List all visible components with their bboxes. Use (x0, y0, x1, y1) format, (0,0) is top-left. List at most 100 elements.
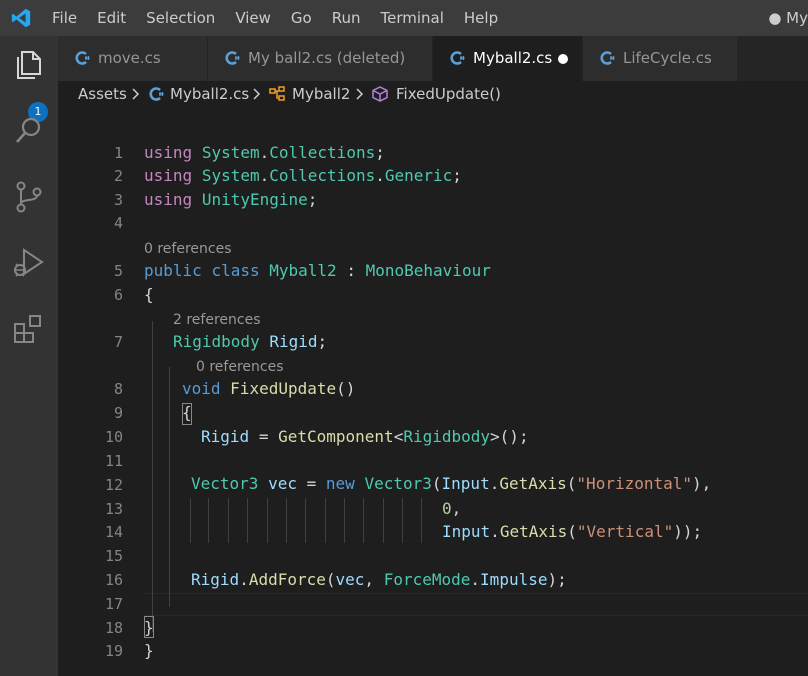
line-number[interactable]: 16 (68, 571, 123, 589)
search-icon[interactable] (10, 112, 48, 150)
line-number[interactable]: 17 (68, 595, 123, 613)
line-number[interactable]: 12 (68, 476, 123, 494)
vscode-logo-icon[interactable] (10, 6, 32, 30)
line-number[interactable]: 9 (68, 404, 123, 422)
punct: ( (566, 474, 577, 493)
variable: Rigid (191, 570, 240, 589)
keyword: public (144, 261, 202, 280)
keyword: using (144, 166, 193, 185)
keyword: using (144, 190, 193, 209)
menu-view[interactable]: View (225, 0, 281, 36)
method-name: GetComponent (278, 427, 394, 446)
tab-label: Myball2.cs (473, 49, 553, 67)
code-line-12[interactable]: Vector3 vec = new Vector3(Input.GetAxis(… (191, 474, 711, 493)
codelens-references[interactable]: 0 references (196, 359, 284, 375)
indent-guide (402, 498, 403, 543)
code-line-9[interactable]: { (182, 403, 192, 422)
code-editor[interactable]: 1 2 3 4 5 6 7 8 9 10 11 12 13 14 15 16 1… (58, 107, 808, 676)
enum-member: Impulse (480, 570, 548, 589)
code-line-6[interactable]: { (144, 285, 154, 304)
menu-file[interactable]: File (42, 0, 87, 36)
line-number[interactable]: 6 (68, 286, 123, 304)
type-name: MonoBehaviour (365, 261, 491, 280)
code-line-16[interactable]: Rigid.AddForce(vec, ForceMode.Impulse); (191, 570, 567, 589)
line-number[interactable]: 2 (68, 167, 123, 185)
extensions-icon[interactable] (10, 310, 48, 348)
activity-bar: 1 (0, 36, 58, 676)
indent-guide (344, 498, 345, 543)
indent-guide (190, 498, 191, 543)
namespace: System (201, 166, 260, 185)
menu-selection[interactable]: Selection (136, 0, 225, 36)
line-number[interactable]: 13 (68, 500, 123, 518)
punct: ; (375, 143, 385, 162)
breadcrumb-folder[interactable]: Assets (78, 81, 127, 107)
breadcrumb-method[interactable]: FixedUpdate() (396, 81, 501, 107)
line-number[interactable]: 14 (68, 523, 123, 541)
namespace: Collections (269, 166, 376, 185)
csharp-file-icon (600, 51, 615, 65)
code-line-13[interactable]: 0, (442, 499, 461, 518)
line-number[interactable]: 8 (68, 380, 123, 398)
code-line-3[interactable]: using UnityEngine; (144, 190, 317, 209)
breadcrumb-separator-icon (253, 88, 261, 100)
punct: . (375, 166, 385, 185)
punct: ; (307, 190, 318, 209)
source-control-icon[interactable] (10, 178, 48, 216)
line-number[interactable]: 18 (68, 619, 123, 637)
variable: Input (441, 474, 490, 493)
keyword: new (325, 474, 355, 493)
menu-help[interactable]: Help (454, 0, 508, 36)
line-number[interactable]: 3 (68, 191, 123, 209)
codelens-references[interactable]: 2 references (173, 312, 261, 328)
explorer-files-icon[interactable] (10, 46, 48, 84)
line-number[interactable]: 5 (68, 262, 123, 280)
tab-move-cs[interactable]: move.cs (58, 36, 208, 81)
indent-guide (363, 498, 364, 543)
variable: Rigid (201, 427, 250, 446)
menu-terminal[interactable]: Terminal (371, 0, 454, 36)
type-name: ForceMode (383, 570, 471, 589)
line-number[interactable]: 15 (68, 547, 123, 565)
punct: )); (673, 522, 703, 541)
code-line-19[interactable]: } (144, 641, 154, 660)
menu-run[interactable]: Run (322, 0, 371, 36)
line-number[interactable]: 10 (68, 428, 123, 446)
punct: . (470, 570, 481, 589)
punct: ( (567, 522, 577, 541)
method-name: GetAxis (499, 522, 568, 541)
code-line-10[interactable]: Rigid = GetComponent<Rigidbody>(); (201, 427, 529, 446)
method-name: AddForce (248, 570, 326, 589)
line-number[interactable]: 11 (68, 452, 123, 470)
tab-myball2-cs[interactable]: Myball2.cs (433, 36, 583, 81)
breadcrumb-file[interactable]: Myball2.cs (170, 81, 249, 107)
codelens-references[interactable]: 0 references (144, 241, 232, 257)
menu-go[interactable]: Go (281, 0, 322, 36)
code-line-8[interactable]: void FixedUpdate() (182, 379, 355, 398)
code-line-7[interactable]: Rigidbody Rigid; (173, 332, 327, 351)
run-debug-icon[interactable] (10, 244, 48, 282)
line-number[interactable]: 1 (68, 144, 123, 162)
csharp-file-icon (149, 87, 164, 101)
code-line-18[interactable]: } (144, 618, 154, 637)
variable: vec (335, 570, 365, 589)
menu-bar: File Edit Selection View Go Run Terminal… (42, 0, 508, 36)
code-line-1[interactable]: using System.Collections; (144, 143, 385, 162)
punct: . (259, 143, 270, 162)
line-number[interactable]: 4 (68, 214, 123, 232)
indent-guide (169, 367, 170, 607)
tab-lifecycle-cs[interactable]: LifeCycle.cs (583, 36, 738, 81)
code-line-14[interactable]: Input.GetAxis("Vertical")); (442, 522, 702, 541)
tab-my-ball2-deleted[interactable]: My ball2.cs (deleted) (208, 36, 433, 81)
line-number[interactable]: 7 (68, 333, 123, 351)
line-number[interactable]: 19 (68, 642, 123, 660)
code-line-2[interactable]: using System.Collections.Generic; (144, 166, 462, 185)
menu-edit[interactable]: Edit (87, 0, 136, 36)
breadcrumb-class[interactable]: Myball2 (292, 81, 350, 107)
unsaved-dot-icon[interactable] (558, 54, 568, 64)
csharp-file-icon (450, 51, 465, 65)
code-line-5[interactable]: public class Myball2 : MonoBehaviour (144, 261, 491, 280)
indent-guide (152, 321, 153, 632)
punct: : (346, 261, 356, 280)
punct: ), (692, 474, 712, 493)
